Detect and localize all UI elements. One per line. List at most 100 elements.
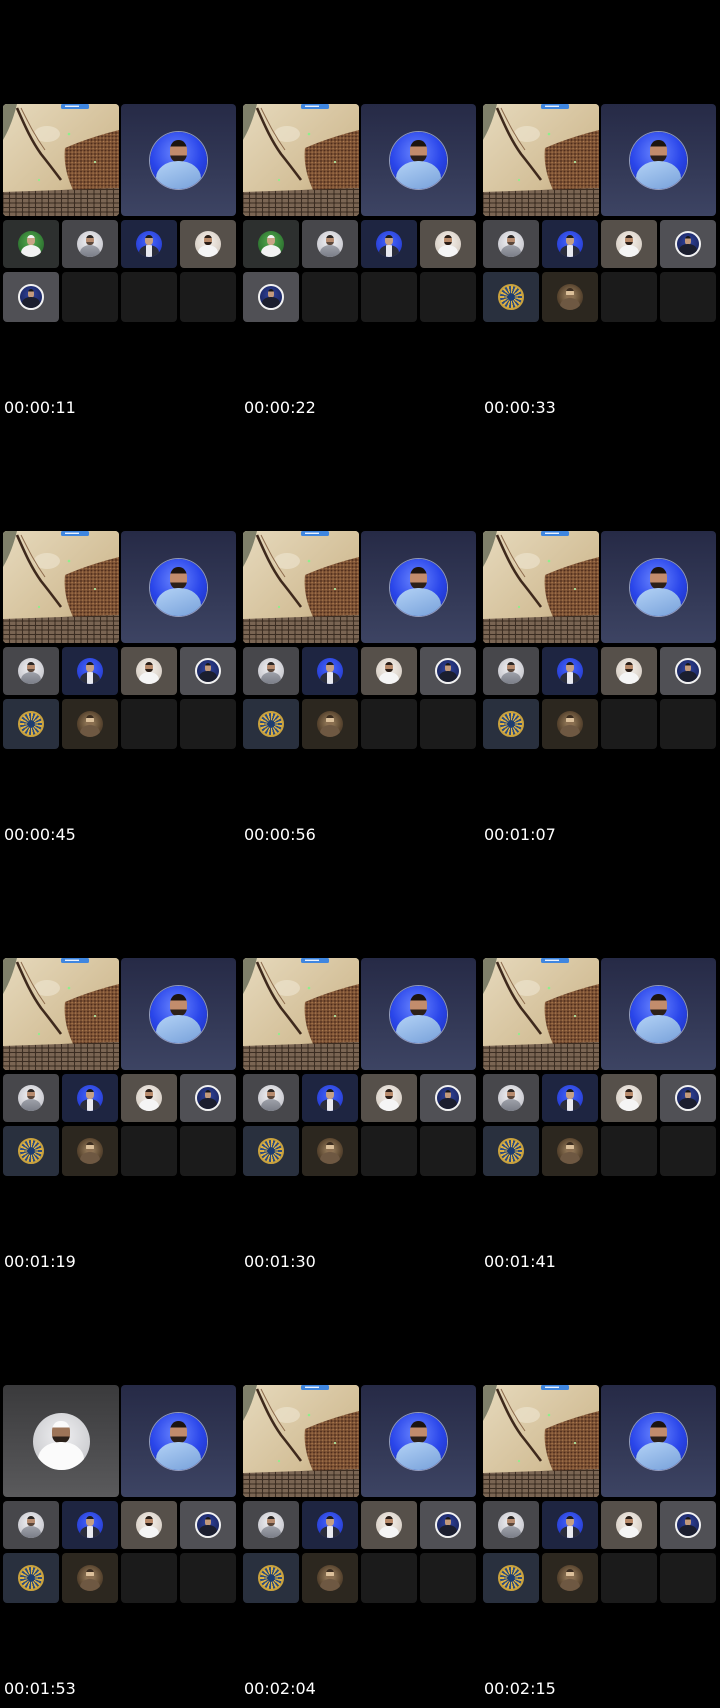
avatar-body — [79, 244, 101, 257]
avatar-body — [395, 161, 442, 189]
participant-tile — [180, 647, 236, 695]
avatar-body — [679, 1525, 697, 1536]
avatar-body — [559, 1578, 581, 1591]
avatar-body — [437, 244, 459, 257]
avatar-body — [559, 724, 581, 737]
grey-man-avatar — [498, 658, 524, 684]
cursor-sparkle — [334, 1442, 336, 1444]
navy-ring-avatar — [258, 284, 284, 310]
participant-tile — [121, 958, 236, 1070]
avatar-head — [52, 1421, 70, 1443]
bearded-man-avatar — [435, 231, 461, 257]
avatar-head — [566, 1568, 574, 1579]
participant-tile — [420, 1501, 476, 1549]
participant-tile — [62, 1501, 118, 1549]
avatar-head — [267, 289, 275, 298]
avatar-head — [566, 661, 574, 672]
participant-tile — [361, 647, 417, 695]
avatar-body — [618, 1098, 640, 1111]
avatar-head — [326, 1088, 334, 1099]
cursor-sparkle — [277, 1459, 281, 1463]
navy-ring-avatar — [18, 284, 44, 310]
participant-tile — [420, 1074, 476, 1122]
avatar-head — [385, 661, 393, 672]
keyboard — [483, 615, 599, 643]
participant-tile — [542, 699, 598, 749]
navy-ring-avatar — [435, 658, 461, 684]
grey-man-avatar — [258, 1512, 284, 1538]
participant-tile — [542, 220, 598, 268]
bearded-man-avatar — [616, 1085, 642, 1111]
avatar-head — [86, 1515, 94, 1526]
empty-tile — [420, 699, 476, 749]
blue-man-avatar — [557, 231, 583, 257]
avatar-head — [326, 234, 334, 245]
avatar-body — [199, 1098, 217, 1109]
grey-man-avatar — [498, 231, 524, 257]
participant-tile — [601, 104, 716, 216]
participant-tile — [243, 699, 299, 749]
avatar-body — [559, 1151, 581, 1164]
keyboard — [243, 188, 359, 216]
bearded-man-avatar — [136, 1085, 162, 1111]
cursor-sparkle — [94, 161, 96, 163]
participant-tile — [302, 1126, 358, 1176]
avatar-body — [155, 588, 202, 616]
participant-tile — [302, 1553, 358, 1603]
host-avatar — [390, 131, 447, 189]
gold-emblem-avatar — [498, 1138, 524, 1164]
sepia-man-avatar — [317, 711, 343, 737]
cursor-sparkle — [334, 588, 336, 590]
avatar-body — [500, 1098, 522, 1111]
green-avatar — [18, 231, 44, 257]
navy-ring-avatar — [675, 1085, 701, 1111]
cursor-sparkle — [547, 1413, 551, 1417]
bearded-man-avatar — [376, 658, 402, 684]
gold-emblem-avatar — [498, 1565, 524, 1591]
avatar-head — [409, 140, 428, 162]
blue-man-avatar — [317, 658, 343, 684]
grey-man-avatar — [498, 1085, 524, 1111]
screen-share-tile — [3, 958, 119, 1070]
screen-share-tile — [243, 104, 359, 216]
video-frame: 00:00:45 — [0, 427, 240, 854]
screen-share-tile — [483, 1385, 599, 1497]
avatar-body — [500, 244, 522, 257]
participant-tile — [180, 220, 236, 268]
video-frame: 00:01:53 — [0, 1281, 240, 1708]
avatar-head — [684, 236, 692, 245]
browser-tab-text — [545, 959, 559, 961]
browser-tab-text — [545, 532, 559, 534]
avatar-head — [204, 663, 212, 672]
participant-tile — [121, 647, 177, 695]
participant-tile — [361, 104, 476, 216]
empty-tile — [601, 272, 657, 322]
avatar-head — [169, 140, 188, 162]
avatar-head — [684, 663, 692, 672]
navy-ring-avatar — [195, 1085, 221, 1111]
empty-tile — [660, 1553, 716, 1603]
cursor-sparkle — [574, 588, 576, 590]
browser-tab-text — [305, 1386, 319, 1388]
avatar-body — [635, 588, 682, 616]
browser-tab-text — [305, 532, 319, 534]
bearded-man-avatar — [136, 1512, 162, 1538]
cursor-sparkle — [517, 1459, 521, 1463]
avatar-body — [155, 161, 202, 189]
sepia-man-avatar — [77, 1138, 103, 1164]
avatar-body — [138, 1098, 160, 1111]
avatar-head — [385, 1088, 393, 1099]
cursor-sparkle — [307, 132, 311, 136]
host-avatar — [150, 1412, 207, 1470]
avatar-head — [649, 1421, 668, 1443]
sepia-man-avatar — [557, 711, 583, 737]
participant-tile — [121, 531, 236, 643]
timestamp: 00:00:22 — [244, 398, 316, 417]
participant-tile — [121, 104, 236, 216]
avatar-body — [319, 244, 341, 257]
participant-tile — [420, 647, 476, 695]
avatar-body — [22, 297, 40, 308]
participant-tile — [302, 1501, 358, 1549]
avatar-body — [197, 244, 219, 257]
empty-tile — [601, 1553, 657, 1603]
